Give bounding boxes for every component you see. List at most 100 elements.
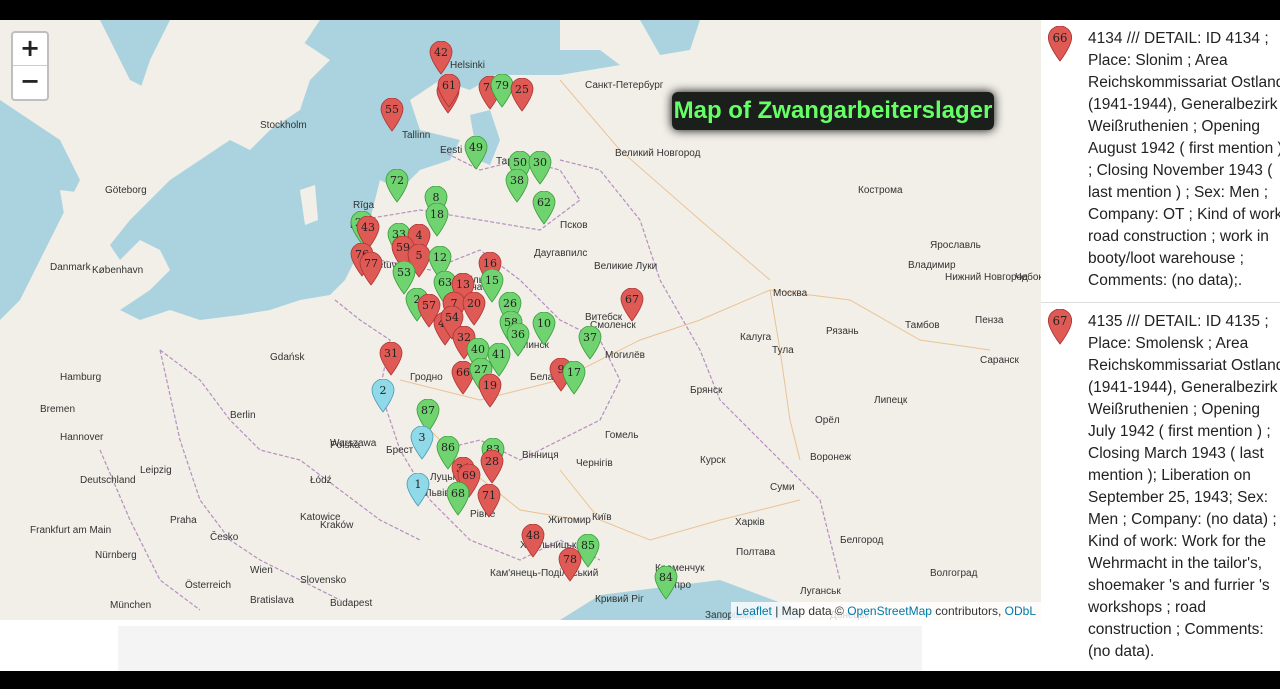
place-label: Budapest bbox=[330, 598, 373, 609]
attribution-text-2: contributors, bbox=[931, 604, 1005, 618]
place-label: Калуга bbox=[740, 332, 772, 343]
marker-number: 77 bbox=[364, 257, 378, 270]
place-label: Даугавпилс bbox=[534, 248, 588, 259]
map-marker-71[interactable]: 71 bbox=[477, 483, 501, 518]
place-label: Псков bbox=[560, 220, 588, 231]
marker-number: 53 bbox=[397, 266, 411, 279]
map-marker-19[interactable]: 19 bbox=[478, 373, 502, 408]
zoom-in-button[interactable]: + bbox=[13, 33, 47, 66]
marker-number: 4 bbox=[416, 229, 423, 242]
map-marker-20[interactable]: 20 bbox=[462, 291, 486, 326]
map-marker-38[interactable]: 38 bbox=[505, 168, 529, 203]
map-marker-31[interactable]: 31 bbox=[379, 341, 403, 376]
map-marker-3[interactable]: 3 bbox=[410, 425, 434, 460]
marker-number: 17 bbox=[567, 366, 581, 379]
map-marker-68[interactable]: 68 bbox=[446, 481, 470, 516]
place-label: Stockholm bbox=[260, 120, 307, 131]
marker-number: 68 bbox=[451, 487, 465, 500]
map-marker-84[interactable]: 84 bbox=[654, 565, 678, 600]
marker-number: 48 bbox=[526, 529, 540, 542]
detail-entry[interactable]: 66 4134 /// DETAIL: ID 4134 ; Place: Slo… bbox=[1041, 20, 1280, 303]
map-marker-77[interactable]: 77 bbox=[359, 251, 383, 286]
marker-number: 31 bbox=[384, 347, 398, 360]
place-label: Wien bbox=[250, 565, 273, 576]
marker-number: 19 bbox=[483, 379, 497, 392]
place-label: Житомир bbox=[548, 515, 591, 526]
openstreetmap-link[interactable]: OpenStreetMap bbox=[847, 604, 932, 618]
marker-number: 1 bbox=[415, 478, 422, 491]
map-title: Map of Zwangarbeiterslager bbox=[672, 92, 994, 130]
map-marker-28[interactable]: 28 bbox=[480, 449, 504, 484]
map-marker-1[interactable]: 1 bbox=[406, 472, 430, 507]
marker-number: 50 bbox=[513, 156, 527, 169]
place-label: Полтава bbox=[736, 547, 776, 558]
place-label: Тула bbox=[772, 345, 794, 356]
place-label: Katowice bbox=[300, 512, 341, 523]
marker-number: 30 bbox=[533, 156, 547, 169]
map-marker-30[interactable]: 30 bbox=[528, 150, 552, 185]
marker-number: 72 bbox=[390, 174, 404, 187]
zoom-out-button[interactable]: − bbox=[13, 66, 47, 98]
marker-number: 66 bbox=[1053, 31, 1068, 45]
map-marker-67[interactable]: 67 bbox=[620, 287, 644, 322]
map-marker-49[interactable]: 49 bbox=[464, 135, 488, 170]
place-label: Bremen bbox=[40, 404, 76, 415]
top-black-bar bbox=[0, 0, 1280, 20]
map-container[interactable]: Göteborg Stockholm København Danmark Hamburg… bbox=[0, 20, 1041, 620]
map-marker-55[interactable]: 55 bbox=[380, 97, 404, 132]
marker-number: 71 bbox=[482, 489, 496, 502]
place-label: Helsinki bbox=[450, 60, 486, 71]
detail-entry[interactable]: 67 4135 /// DETAIL: ID 4135 ; Place: Smo… bbox=[1041, 303, 1280, 671]
detail-text: 4135 /// DETAIL: ID 4135 ; Place: Smolen… bbox=[1088, 313, 1280, 660]
map-marker-61[interactable]: 61 bbox=[437, 73, 461, 108]
leaflet-link[interactable]: Leaflet bbox=[736, 604, 772, 618]
map-marker-78[interactable]: 78 bbox=[558, 547, 582, 582]
marker-number: 57 bbox=[422, 299, 436, 312]
odbl-link[interactable]: ODbL bbox=[1005, 604, 1036, 618]
place-label: Eesti bbox=[440, 145, 463, 156]
map-marker-48[interactable]: 48 bbox=[521, 523, 545, 558]
marker-number: 67 bbox=[625, 293, 639, 306]
map-marker-10[interactable]: 10 bbox=[532, 311, 556, 346]
marker-number: 37 bbox=[583, 331, 597, 344]
place-label: Berlin bbox=[230, 410, 256, 421]
place-label: Göteborg bbox=[105, 185, 147, 196]
marker-number: 2 bbox=[380, 384, 387, 397]
place-label: Кам'янець-Подільський bbox=[490, 568, 599, 579]
place-label: Deutschland bbox=[80, 475, 136, 486]
marker-number: 43 bbox=[361, 221, 375, 234]
map-marker-42[interactable]: 42 bbox=[429, 40, 453, 75]
marker-number: 62 bbox=[537, 196, 551, 209]
place-label: Danmark bbox=[50, 262, 91, 273]
marker-number: 40 bbox=[471, 343, 485, 356]
marker-number: 63 bbox=[438, 276, 452, 289]
map-marker-25[interactable]: 25 bbox=[510, 77, 534, 112]
map-marker-62[interactable]: 62 bbox=[532, 190, 556, 225]
map-attribution: Leaflet | Map data © OpenStreetMap contr… bbox=[730, 602, 1041, 620]
place-label: Nürnberg bbox=[95, 550, 137, 561]
place-label: Slovensko bbox=[300, 575, 347, 586]
marker-number: 66 bbox=[456, 366, 470, 379]
place-label: Leipzig bbox=[140, 465, 172, 476]
map-marker-37[interactable]: 37 bbox=[578, 325, 602, 360]
place-label: Чебоксары bbox=[1015, 272, 1041, 283]
place-label: Санкт-Петербург bbox=[585, 80, 664, 91]
place-label: Gdańsk bbox=[270, 352, 305, 363]
map-marker-2[interactable]: 2 bbox=[371, 378, 395, 413]
map-marker-72[interactable]: 72 bbox=[385, 168, 409, 203]
place-label: Тамбов bbox=[905, 320, 940, 331]
detail-text: 4134 /// DETAIL: ID 4134 ; Place: Slonim… bbox=[1088, 30, 1280, 289]
place-label: Харків bbox=[735, 517, 765, 528]
marker-number: 87 bbox=[421, 404, 435, 417]
zoom-control: + − bbox=[11, 31, 49, 101]
marker-number: 28 bbox=[485, 455, 499, 468]
detail-sidebar[interactable]: 66 4134 /// DETAIL: ID 4134 ; Place: Slo… bbox=[1041, 20, 1280, 671]
place-label: Österreich bbox=[185, 580, 232, 591]
marker-number: 84 bbox=[659, 571, 673, 584]
map-marker-17[interactable]: 17 bbox=[562, 360, 586, 395]
place-label: Великий Новгород bbox=[615, 148, 701, 159]
marker-number: 10 bbox=[537, 317, 551, 330]
marker-number: 49 bbox=[469, 141, 483, 154]
place-label: Рязань bbox=[826, 326, 859, 337]
place-label: Чернігів bbox=[576, 458, 613, 469]
